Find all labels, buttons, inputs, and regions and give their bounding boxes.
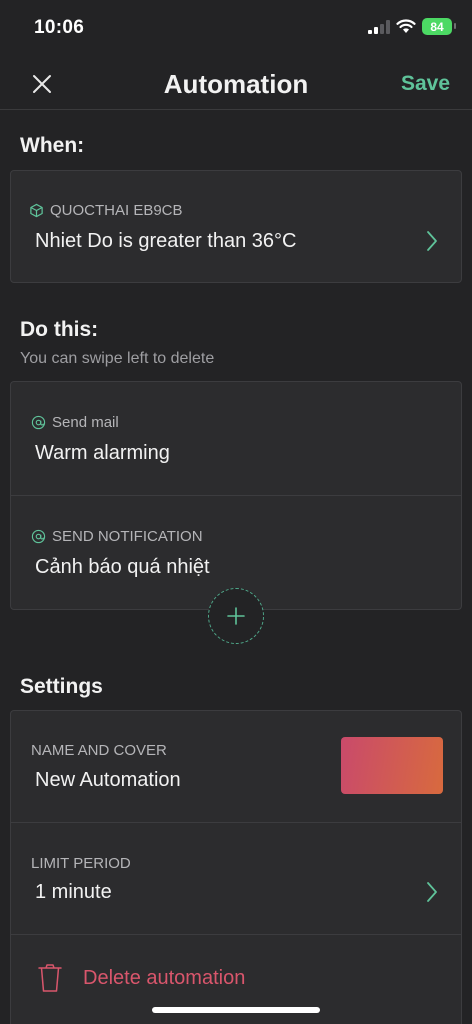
cellular-signal-icon	[368, 19, 390, 34]
action-type-label: SEND NOTIFICATION	[52, 528, 203, 545]
do-this-heading: Do this:	[20, 318, 99, 341]
name-cover-row[interactable]: NAME AND COVER New Automation	[11, 711, 461, 822]
status-time: 10:06	[34, 17, 85, 38]
when-heading: When:	[20, 134, 85, 157]
settings-card: NAME AND COVER New Automation LIMIT PERI…	[10, 710, 462, 1024]
at-sign-icon	[31, 415, 46, 430]
action-type: SEND NOTIFICATION	[31, 528, 203, 545]
automation-name: New Automation	[35, 769, 181, 791]
action-value: Cảnh báo quá nhiệt	[35, 556, 210, 578]
trigger-device: QUOCTHAI EB9CB	[29, 202, 183, 219]
home-indicator	[152, 1007, 320, 1013]
add-action-button[interactable]	[208, 588, 264, 644]
trigger-row[interactable]: QUOCTHAI EB9CB Nhiet Do is greater than …	[11, 171, 461, 282]
delete-automation-button[interactable]: Delete automation	[83, 967, 245, 990]
cover-image[interactable]	[341, 737, 443, 794]
chevron-right-icon	[427, 231, 437, 251]
name-cover-label: NAME AND COVER	[31, 742, 167, 759]
battery-icon: 84	[422, 18, 456, 35]
actions-card: Send mail Warm alarming SEND NOTIFICATIO…	[10, 381, 462, 610]
limit-period-label: LIMIT PERIOD	[31, 855, 131, 872]
trigger-device-label: QUOCTHAI EB9CB	[50, 202, 183, 219]
nav-bar: Automation Save	[0, 58, 472, 110]
wifi-icon	[396, 19, 416, 33]
plus-icon	[227, 607, 245, 625]
action-value: Warm alarming	[35, 442, 170, 464]
save-button[interactable]: Save	[401, 72, 450, 96]
swipe-hint: You can swipe left to delete	[20, 350, 215, 367]
at-sign-icon	[31, 529, 46, 544]
chevron-right-icon	[427, 882, 437, 902]
limit-period-row[interactable]: LIMIT PERIOD 1 minute	[11, 822, 461, 934]
trigger-card[interactable]: QUOCTHAI EB9CB Nhiet Do is greater than …	[10, 170, 462, 283]
trash-icon	[38, 964, 62, 992]
status-bar: 10:06 84	[0, 0, 472, 58]
settings-heading: Settings	[20, 675, 103, 698]
action-row[interactable]: Send mail Warm alarming	[11, 382, 461, 495]
battery-level: 84	[430, 19, 444, 34]
cube-icon	[30, 203, 43, 218]
action-type-label: Send mail	[52, 414, 119, 431]
trigger-condition: Nhiet Do is greater than 36°C	[35, 230, 297, 252]
action-type: Send mail	[31, 414, 119, 431]
status-icons: 84	[368, 18, 456, 35]
limit-period-value: 1 minute	[35, 881, 112, 903]
